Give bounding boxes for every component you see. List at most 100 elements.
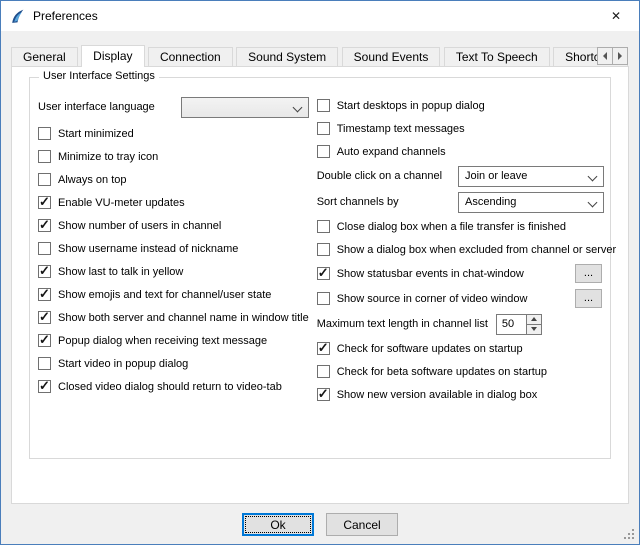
left-column: User interface language Start minimized bbox=[38, 94, 309, 398]
checkbox-show-new-version-dialog[interactable]: Show new version available in dialog box bbox=[317, 383, 604, 406]
checkbox-show-username-instead-of-nickname[interactable]: Show username instead of nickname bbox=[38, 237, 309, 260]
double-click-value: Join or leave bbox=[465, 170, 527, 182]
checkbox-box bbox=[317, 145, 330, 158]
checkbox-show-number-of-users-in-channel[interactable]: Show number of users in channel bbox=[38, 214, 309, 237]
video-source-more-button[interactable]: ... bbox=[575, 289, 602, 308]
checkbox-box bbox=[38, 150, 51, 163]
checkbox-label: Show source in corner of video window bbox=[337, 293, 528, 305]
checkbox-popup-dialog-text-message[interactable]: Popup dialog when receiving text message bbox=[38, 329, 309, 352]
checkbox-label: Show a dialog box when excluded from cha… bbox=[337, 244, 616, 256]
ok-button[interactable]: Ok bbox=[242, 513, 314, 536]
max-text-length-label: Maximum text length in channel list bbox=[317, 318, 488, 330]
checkbox-show-statusbar-events[interactable] bbox=[317, 267, 330, 280]
cancel-button[interactable]: Cancel bbox=[326, 513, 398, 536]
checkbox-start-video-in-popup[interactable]: Start video in popup dialog bbox=[38, 352, 309, 375]
checkbox-dialog-when-excluded[interactable]: Show a dialog box when excluded from cha… bbox=[317, 238, 604, 261]
checkbox-show-emojis-and-text[interactable]: Show emojis and text for channel/user st… bbox=[38, 283, 309, 306]
checkbox-label: Auto expand channels bbox=[337, 146, 446, 158]
checkbox-label: Show both server and channel name in win… bbox=[58, 312, 309, 324]
checkbox-box bbox=[317, 342, 330, 355]
settings-columns: User interface language Start minimized bbox=[30, 78, 610, 406]
group-user-interface-settings: User Interface Settings User interface l… bbox=[29, 77, 611, 459]
tab-page-display: User Interface Settings User interface l… bbox=[11, 66, 629, 504]
checkbox-box bbox=[38, 288, 51, 301]
sort-channels-row: Sort channels by Ascending bbox=[317, 189, 604, 215]
arrow-left-icon bbox=[599, 52, 607, 60]
tab-bar: General Display Connection Sound System … bbox=[11, 45, 629, 67]
tab-scroll-right-button[interactable] bbox=[612, 47, 628, 65]
max-text-length-spinbox: 50 bbox=[496, 314, 542, 335]
checkbox-enable-vu-meter-updates[interactable]: Enable VU-meter updates bbox=[38, 191, 309, 214]
dialog-content: General Display Connection Sound System … bbox=[1, 31, 639, 544]
checkbox-box bbox=[317, 220, 330, 233]
arrow-right-icon bbox=[618, 52, 626, 60]
checkbox-check-beta-updates[interactable]: Check for beta software updates on start… bbox=[317, 360, 604, 383]
tab-connection[interactable]: Connection bbox=[148, 47, 233, 66]
tab-text-to-speech[interactable]: Text To Speech bbox=[444, 47, 550, 66]
chevron-down-icon bbox=[292, 102, 302, 112]
checkbox-show-server-and-channel-in-title[interactable]: Show both server and channel name in win… bbox=[38, 306, 309, 329]
checkbox-timestamp-text-messages[interactable]: Timestamp text messages bbox=[317, 117, 604, 140]
tab-scroll-left-button[interactable] bbox=[597, 47, 613, 65]
checkbox-label: Close dialog box when a file transfer is… bbox=[337, 221, 566, 233]
checkbox-box bbox=[38, 242, 51, 255]
language-label: User interface language bbox=[38, 101, 155, 113]
checkbox-label: Show statusbar events in chat-window bbox=[337, 268, 524, 280]
checkbox-show-last-to-talk-in-yellow[interactable]: Show last to talk in yellow bbox=[38, 260, 309, 283]
checkbox-box bbox=[38, 196, 51, 209]
tab-sound-events[interactable]: Sound Events bbox=[342, 47, 441, 66]
checkbox-start-desktops-in-popup[interactable]: Start desktops in popup dialog bbox=[317, 94, 604, 117]
app-icon bbox=[9, 8, 26, 25]
checkbox-box bbox=[38, 127, 51, 140]
resize-grip[interactable] bbox=[624, 529, 636, 541]
checkbox-label: Check for software updates on startup bbox=[337, 343, 523, 355]
tab-general[interactable]: General bbox=[11, 47, 78, 66]
checkbox-box bbox=[317, 388, 330, 401]
checkbox-show-source-video-window[interactable] bbox=[317, 292, 330, 305]
checkbox-box bbox=[317, 99, 330, 112]
checkbox-box bbox=[317, 243, 330, 256]
checkbox-box bbox=[38, 357, 51, 370]
checkbox-label: Check for beta software updates on start… bbox=[337, 366, 547, 378]
checkbox-minimize-to-tray-icon[interactable]: Minimize to tray icon bbox=[38, 145, 309, 168]
checkbox-check-software-updates[interactable]: Check for software updates on startup bbox=[317, 337, 604, 360]
sort-channels-label: Sort channels by bbox=[317, 196, 399, 208]
checkbox-box bbox=[38, 265, 51, 278]
sort-channels-value: Ascending bbox=[465, 196, 516, 208]
chevron-down-icon bbox=[588, 171, 598, 181]
arrow-down-icon bbox=[531, 327, 537, 334]
video-source-row: Show source in corner of video window ..… bbox=[317, 286, 604, 311]
arrow-up-icon bbox=[531, 314, 537, 321]
tab-display[interactable]: Display bbox=[81, 45, 144, 67]
spin-down-button[interactable] bbox=[526, 324, 542, 335]
language-combobox[interactable] bbox=[181, 97, 309, 118]
checkbox-label: Closed video dialog should return to vid… bbox=[58, 381, 282, 393]
sort-channels-combobox[interactable]: Ascending bbox=[458, 192, 604, 213]
checkbox-closed-video-return-to-video-tab[interactable]: Closed video dialog should return to vid… bbox=[38, 375, 309, 398]
double-click-row: Double click on a channel Join or leave bbox=[317, 163, 604, 189]
close-button[interactable]: ✕ bbox=[593, 1, 639, 31]
checkbox-auto-expand-channels[interactable]: Auto expand channels bbox=[317, 140, 604, 163]
checkbox-label: Timestamp text messages bbox=[337, 123, 465, 135]
spinbox-buttons bbox=[526, 314, 542, 335]
checkbox-label: Minimize to tray icon bbox=[58, 151, 158, 163]
double-click-label: Double click on a channel bbox=[317, 170, 442, 182]
checkbox-box bbox=[317, 365, 330, 378]
window-title: Preferences bbox=[33, 9, 98, 23]
checkbox-close-dialog-file-transfer[interactable]: Close dialog box when a file transfer is… bbox=[317, 215, 604, 238]
max-text-length-row: Maximum text length in channel list 50 bbox=[317, 311, 604, 337]
checkbox-always-on-top[interactable]: Always on top bbox=[38, 168, 309, 191]
checkbox-label: Start video in popup dialog bbox=[58, 358, 188, 370]
checkbox-box bbox=[38, 311, 51, 324]
statusbar-events-more-button[interactable]: ... bbox=[575, 264, 602, 283]
dialog-buttons: Ok Cancel bbox=[1, 513, 639, 536]
checkbox-label: Always on top bbox=[58, 174, 126, 186]
tab-scroll-buttons bbox=[597, 47, 628, 65]
spinbox-value[interactable]: 50 bbox=[496, 314, 526, 335]
checkbox-label: Start minimized bbox=[58, 128, 134, 140]
checkbox-start-minimized[interactable]: Start minimized bbox=[38, 122, 309, 145]
tab-sound-system[interactable]: Sound System bbox=[236, 47, 338, 66]
double-click-combobox[interactable]: Join or leave bbox=[458, 166, 604, 187]
checkbox-label: Popup dialog when receiving text message bbox=[58, 335, 267, 347]
group-title: User Interface Settings bbox=[39, 70, 159, 82]
